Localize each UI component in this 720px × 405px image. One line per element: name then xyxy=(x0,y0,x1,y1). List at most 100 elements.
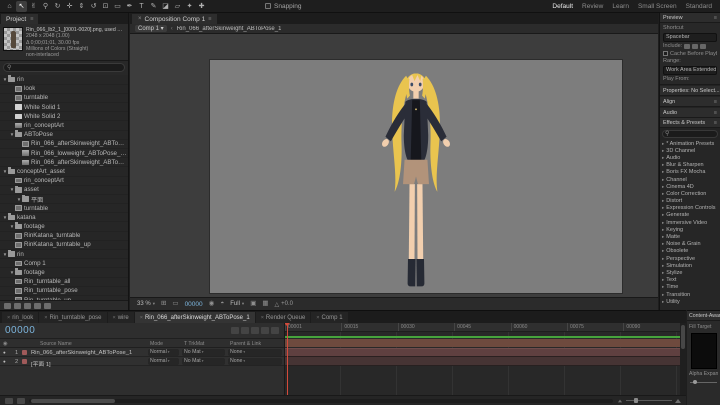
project-tree-item[interactable]: footage xyxy=(0,222,128,232)
pan-camera-tool-icon[interactable]: ✛ xyxy=(64,1,75,12)
project-tree-item[interactable]: White Solid 2 xyxy=(0,112,128,122)
effects-category-item[interactable]: Audio xyxy=(660,154,720,161)
range-dropdown[interactable]: Work Area Extended... xyxy=(663,65,717,75)
breadcrumb-layer[interactable]: Rin_066_afterSkinweight_ABToPose_1 xyxy=(177,26,282,32)
project-tree-item[interactable]: ABToPose xyxy=(0,130,128,140)
project-tree-item[interactable]: White Solid 1 xyxy=(0,103,128,113)
project-tree-item[interactable]: Comp 1 xyxy=(0,259,128,269)
pen-tool-icon[interactable]: ✒ xyxy=(124,1,135,12)
effects-category-item[interactable]: Perspective xyxy=(660,255,720,262)
show-channel-icon[interactable]: ◓ xyxy=(220,300,224,308)
effects-category-item[interactable]: Immersive Video xyxy=(660,219,720,226)
effects-category-item[interactable]: * Animation Presets xyxy=(660,140,720,147)
comp-mini-flowchart-icon[interactable] xyxy=(231,327,239,334)
mask-visibility-icon[interactable]: ▭ xyxy=(172,300,178,308)
timeline-tab[interactable]: Rin_turntable_pose xyxy=(39,312,107,323)
panel-menu-icon[interactable]: ≡ xyxy=(30,16,33,22)
effects-category-item[interactable]: Matte xyxy=(660,233,720,240)
project-search[interactable]: ⚲ xyxy=(3,63,125,73)
effects-search-input[interactable] xyxy=(671,131,715,137)
motion-blur-icon[interactable] xyxy=(261,327,269,334)
draft-3d-icon[interactable] xyxy=(241,327,249,334)
effects-category-item[interactable]: Text xyxy=(660,277,720,284)
source-name-column[interactable]: Source Name xyxy=(40,341,72,347)
project-tree-item[interactable]: Rin_066_afterSkinweight_ABToPose_1 xyxy=(0,140,128,149)
workspace-tab[interactable]: Standard xyxy=(686,3,712,10)
workspace-tab[interactable]: Learn xyxy=(612,3,629,10)
project-tab[interactable]: Project ≡ xyxy=(1,14,39,24)
timeline-tab[interactable]: rin_look xyxy=(2,312,39,323)
align-panel-header[interactable]: Align ≡ xyxy=(660,97,720,107)
mode-column[interactable]: Mode xyxy=(150,341,163,347)
pan-behind-tool-icon[interactable]: ⊡ xyxy=(100,1,111,12)
expand-transform-icon[interactable] xyxy=(17,397,25,404)
composition-viewport[interactable] xyxy=(130,34,658,297)
layer-parent-dropdown[interactable]: None xyxy=(228,358,282,365)
properties-panel-header[interactable]: Properties: No Select... ≡ xyxy=(660,86,720,96)
transparency-grid-icon[interactable]: ▦ xyxy=(262,300,268,308)
interpret-footage-icon[interactable] xyxy=(4,302,11,309)
rotation-tool-icon[interactable]: ↺ xyxy=(88,1,99,12)
project-tree-item[interactable]: rin_conceptArt xyxy=(0,177,128,186)
breadcrumb-comp[interactable]: Comp 1 ▾ xyxy=(135,25,167,32)
effects-category-item[interactable]: Cinema 4D xyxy=(660,183,720,190)
effects-category-item[interactable]: Generate xyxy=(660,212,720,219)
effects-category-item[interactable]: Obsolete xyxy=(660,248,720,255)
project-tree-item[interactable]: conceptArt_asset xyxy=(0,167,128,177)
time-ruler[interactable]: 00001 00015 00030 00045 00060 00075 00090 xyxy=(285,323,680,332)
effects-presets-header[interactable]: Effects & Presets ≡ xyxy=(660,118,720,128)
resolution-dropdown[interactable]: Full ▾ xyxy=(230,301,244,307)
effects-category-item[interactable]: Simulation xyxy=(660,262,720,269)
project-tree-item[interactable]: Rin_066_afterSkinweight_ABToPose_[0001-0… xyxy=(0,158,128,168)
project-tree-item[interactable]: 平面 xyxy=(0,194,128,205)
layer-label-color[interactable] xyxy=(22,359,27,364)
layer-parent-dropdown[interactable]: None xyxy=(228,349,282,356)
effects-category-item[interactable]: Transition xyxy=(660,291,720,298)
composition-panel-tab[interactable]: × Composition Comp 1 ≡ xyxy=(132,14,218,24)
grid-guides-icon[interactable]: ⊞ xyxy=(161,300,166,308)
layer-label-color[interactable] xyxy=(22,350,27,355)
project-tree-item[interactable]: Rin_066_lowweight_ABToPose_1_[0001-0021]… xyxy=(0,149,128,159)
content-aware-fill-header[interactable]: Content-Aware Fill xyxy=(687,311,720,321)
snapping-checkbox[interactable] xyxy=(265,3,271,9)
effects-search[interactable]: ⚲ xyxy=(662,130,718,138)
timeline-vertical-scrollbar[interactable] xyxy=(680,323,686,395)
zoom-in-icon[interactable] xyxy=(675,398,681,403)
shortcut-dropdown[interactable]: Spacebar xyxy=(663,32,717,42)
effects-category-item[interactable]: Expression Controls xyxy=(660,205,720,212)
alpha-expansion-slider[interactable] xyxy=(690,380,717,386)
delete-item-icon[interactable] xyxy=(44,302,51,309)
trkmat-column[interactable]: T TrkMat xyxy=(184,341,204,347)
layer-trkmat-dropdown[interactable]: No Mat xyxy=(182,349,225,356)
frame-blend-icon[interactable] xyxy=(251,327,259,334)
eraser-tool-icon[interactable]: ▱ xyxy=(172,1,183,12)
effects-category-item[interactable]: Distort xyxy=(660,198,720,205)
project-tree-item[interactable]: Rin_turntable_pose xyxy=(0,287,128,296)
effects-category-item[interactable]: 3D Channel xyxy=(660,147,720,154)
parent-link-column[interactable]: Parent & Link xyxy=(230,341,261,347)
work-area-bar[interactable] xyxy=(285,339,680,347)
project-tree-item[interactable]: look xyxy=(0,85,128,94)
effects-category-item[interactable]: Stylize xyxy=(660,269,720,276)
dolly-camera-tool-icon[interactable]: ⇕ xyxy=(76,1,87,12)
panel-menu-icon[interactable]: ≡ xyxy=(714,99,717,105)
new-folder-icon[interactable] xyxy=(14,302,21,309)
layer-duration-bar[interactable] xyxy=(285,348,680,357)
type-tool-icon[interactable]: T xyxy=(136,1,147,12)
project-tree-item[interactable]: turntable xyxy=(0,204,128,214)
puppet-pin-tool-icon[interactable]: ✚ xyxy=(196,1,207,12)
effects-category-item[interactable]: Noise & Grain xyxy=(660,241,720,248)
audio-panel-header[interactable]: Audio ≡ xyxy=(660,108,720,118)
include-overlays-icon[interactable] xyxy=(700,43,707,49)
scrollbar-thumb[interactable] xyxy=(31,398,115,403)
timeline-horizontal-scrollbar[interactable] xyxy=(29,398,613,403)
panel-menu-icon[interactable]: ≡ xyxy=(714,110,717,116)
timeline-tab[interactable]: Render Queue xyxy=(255,312,311,323)
layer-source-name[interactable]: [平面 1] xyxy=(31,359,145,368)
layer-mode-dropdown[interactable]: Normal xyxy=(148,349,179,356)
include-audio-icon[interactable] xyxy=(692,43,699,49)
layer-visibility-icon[interactable] xyxy=(3,359,6,364)
timeline-tab[interactable]: Rin_066_afterSkinweight_ABToPose_1 xyxy=(134,312,255,323)
snapping-toggle[interactable]: Snapping xyxy=(265,3,301,10)
workspace-tab[interactable]: Small Screen xyxy=(638,3,677,10)
